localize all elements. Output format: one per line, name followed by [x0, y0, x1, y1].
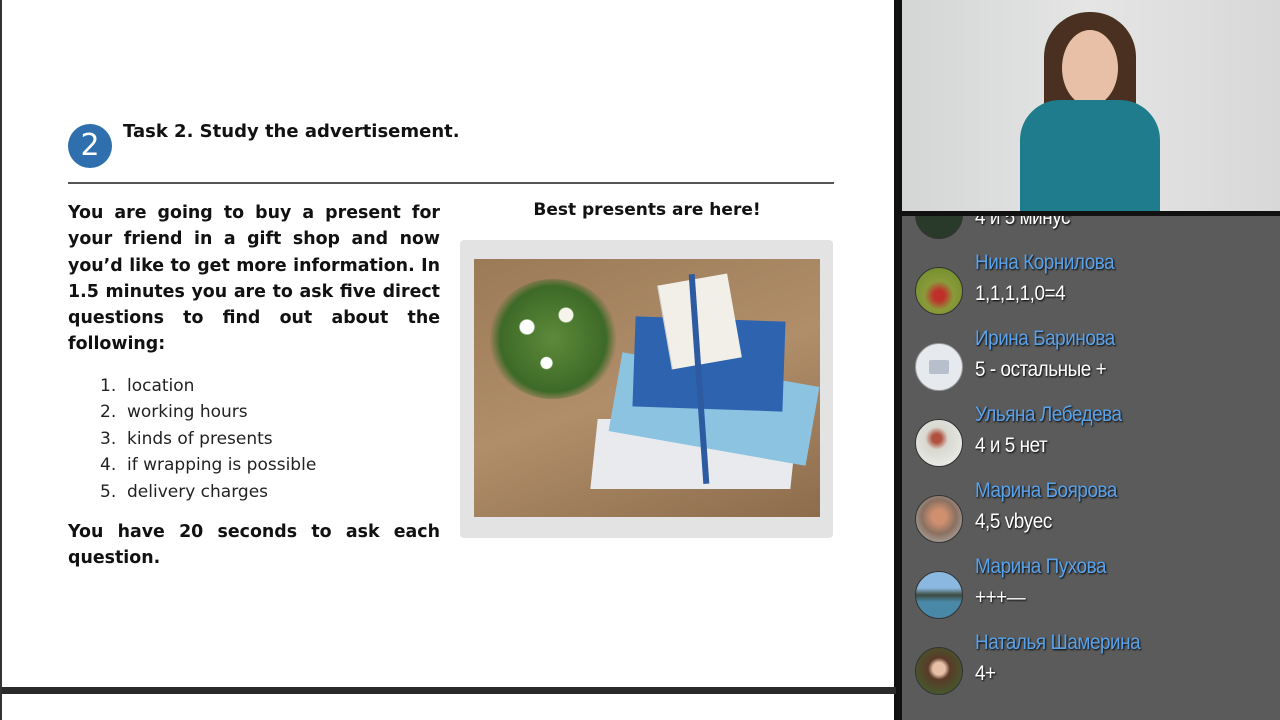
list-text: kinds of presents: [127, 428, 273, 449]
list-number: 2.: [100, 402, 117, 423]
presenter-shirt: [1020, 100, 1160, 211]
camera-icon: [929, 360, 949, 374]
task-footer-text: You have 20 seconds to ask each question…: [68, 522, 440, 569]
list-item: 2. working hours: [100, 399, 316, 425]
flowers: [488, 279, 618, 399]
chat-message: Ульяна Лебедева 4 и 5 нет: [902, 399, 1280, 475]
avatar: [915, 647, 963, 695]
presenter-face: [1062, 30, 1118, 106]
divider: [68, 182, 834, 184]
advertisement-title: Best presents are here!: [533, 200, 761, 220]
chat-message: Наталья Шамерина 4+: [902, 627, 1280, 703]
chat-text: 4 и 5 нет: [975, 434, 1048, 457]
list-text: if wrapping is possible: [127, 455, 317, 476]
gift-boxes-photo: [474, 259, 820, 517]
chat-text: 4,5 vbyec: [975, 510, 1052, 533]
list-number: 4.: [100, 455, 117, 476]
chat-message: Нина Корнилова 1,1,1,1,0=4: [902, 247, 1280, 323]
list-item: 4. if wrapping is possible: [100, 452, 316, 478]
chat-author[interactable]: Марина Боярова: [975, 479, 1117, 503]
presentation-slide: 2 Task 2. Study the advertisement. You a…: [0, 0, 896, 720]
list-number: 1.: [100, 376, 117, 396]
list-text: location: [127, 376, 195, 396]
question-topics-list: 1. location 2. working hours 3. kinds of pr…: [100, 373, 316, 505]
list-text: delivery charges: [127, 481, 269, 502]
chat-author[interactable]: Наталья Шамерина: [975, 631, 1141, 655]
list-text: working hours: [127, 402, 248, 423]
avatar: [915, 419, 963, 467]
chat-author[interactable]: Ульяна Лебедева: [975, 403, 1122, 427]
list-item: 5. delivery charges: [100, 479, 316, 505]
slide-bottom-bar: [2, 687, 896, 694]
task-number-badge: 2: [68, 124, 112, 168]
avatar: [915, 267, 963, 315]
chat-text: +++—: [975, 586, 1026, 609]
chat-message: Ирина Баринова 5 - остальные +: [902, 323, 1280, 399]
chat-author[interactable]: Марина Пухова: [975, 555, 1106, 579]
avatar: [915, 571, 963, 619]
presenter-video: [902, 0, 1280, 211]
chat-message: Марина Пухова +++—: [902, 551, 1280, 627]
task-title: Task 2. Study the advertisement.: [123, 121, 460, 142]
list-number: 3.: [100, 428, 117, 449]
chat-text: 4 и 5 минус: [975, 216, 1071, 229]
chat-author[interactable]: Ирина Баринова: [975, 327, 1115, 351]
list-item: 3. kinds of presents: [100, 426, 316, 452]
chat-panel[interactable]: 4 и 5 минус Нина Корнилова 1,1,1,1,0=4 И…: [902, 216, 1280, 720]
advertisement-frame: [460, 240, 833, 538]
chat-message: 4 и 5 минус: [902, 216, 1280, 247]
chat-message: Марина Боярова 4,5 vbyec: [902, 475, 1280, 551]
chat-author[interactable]: Нина Корнилова: [975, 251, 1115, 275]
avatar: [915, 343, 963, 391]
task-instructions: You are going to buy a present for your …: [68, 203, 440, 355]
avatar: [915, 216, 963, 239]
list-item: 1. location: [100, 373, 316, 399]
list-number: 5.: [100, 481, 117, 502]
chat-text: 1,1,1,1,0=4: [975, 282, 1066, 305]
avatar: [915, 495, 963, 543]
chat-text: 4+: [975, 662, 996, 685]
chat-text: 5 - остальные +: [975, 358, 1107, 381]
